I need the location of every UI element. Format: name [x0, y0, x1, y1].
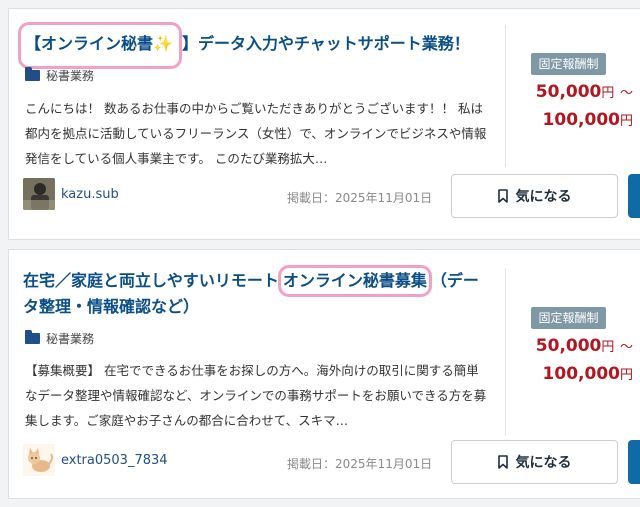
price-unit: 円	[601, 340, 615, 355]
job-title-link[interactable]: 在宅／家庭と両立しやすいリモート オンライン秘書募集 （データ整理・情報確認など）	[23, 265, 483, 320]
job-category[interactable]: 秘書業務	[25, 330, 94, 347]
job-card: 【オンライン秘書✨ 】データ入力やチャットサポート業務！ 秘書業務 こんにちは！ …	[8, 8, 640, 240]
title-highlight: 【オンライン秘書✨	[18, 22, 182, 69]
posted-date-value: 2025年11月01日	[335, 191, 433, 205]
payment-type-badge: 固定報酬制	[531, 53, 606, 75]
posted-date-value: 2025年11月01日	[335, 457, 433, 471]
bookmark-icon	[497, 455, 508, 469]
price-min: 50,000	[535, 82, 602, 102]
poster-profile-link[interactable]: kazu.sub	[23, 178, 119, 210]
cat-avatar-icon	[23, 444, 55, 476]
posted-date-label: 掲載日：	[287, 457, 336, 471]
favorite-label: 気になる	[515, 189, 572, 205]
price-separator: 〜	[619, 86, 633, 101]
poster-profile-link[interactable]: extra0503_7834	[23, 444, 168, 476]
price-separator: 〜	[619, 340, 633, 355]
job-category[interactable]: 秘書業務	[25, 67, 94, 84]
category-label: 秘書業務	[46, 332, 95, 346]
job-title-link[interactable]: 【オンライン秘書✨ 】データ入力やチャットサポート業務！	[18, 22, 483, 69]
price-range: 50,000円 〜 100,000円	[509, 333, 633, 389]
price-range: 50,000円 〜 100,000円	[509, 79, 633, 135]
apply-button[interactable]	[628, 440, 640, 484]
favorite-button[interactable]: 気になる	[451, 440, 618, 484]
price-unit: 円	[619, 114, 633, 129]
avatar-photo-icon	[23, 178, 55, 210]
job-card: 在宅／家庭と両立しやすいリモート オンライン秘書募集 （データ整理・情報確認など） …	[8, 249, 640, 499]
avatar	[23, 444, 55, 476]
folder-icon	[25, 330, 40, 344]
apply-button[interactable]	[628, 174, 640, 218]
price-min: 50,000	[535, 336, 602, 356]
price-max: 100,000	[542, 364, 620, 384]
posted-date-label: 掲載日：	[287, 191, 336, 205]
category-label: 秘書業務	[46, 69, 95, 83]
username: extra0503_7834	[61, 452, 168, 468]
posted-date: 掲載日：2025年11月01日	[287, 189, 432, 206]
job-description: 【募集概要】 在宅でできるお仕事をお探しの方へ。海外向けの取引に関する簡単なデー…	[25, 363, 487, 428]
title-text: 在宅／家庭と両立しやすいリモート	[23, 271, 279, 290]
price-unit: 円	[601, 86, 615, 101]
favorite-label: 気になる	[515, 455, 572, 471]
favorite-button[interactable]: 気になる	[451, 174, 618, 218]
folder-icon	[25, 67, 40, 81]
job-description: こんにちは！ 数あるお仕事の中からご覧いただきありがとうございます！！ 私は都内…	[25, 101, 487, 166]
price-max: 100,000	[542, 110, 620, 130]
username: kazu.sub	[61, 186, 119, 202]
bookmark-icon	[497, 189, 508, 203]
title-text: 】データ入力やチャットサポート業務！	[181, 34, 470, 53]
title-highlight: オンライン秘書募集	[277, 265, 432, 297]
avatar	[23, 178, 55, 210]
column-divider	[505, 268, 506, 436]
price-unit: 円	[619, 368, 633, 383]
column-divider	[505, 25, 506, 167]
payment-type-badge: 固定報酬制	[531, 307, 606, 329]
posted-date: 掲載日：2025年11月01日	[287, 455, 432, 472]
